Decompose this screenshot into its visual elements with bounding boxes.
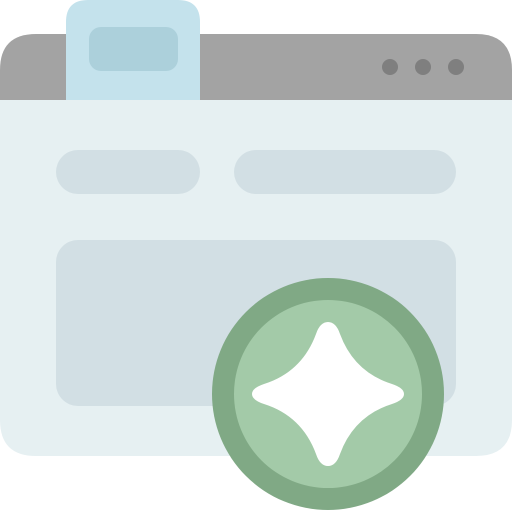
window-dot-2: [415, 59, 431, 75]
browser-tab-label: [89, 27, 178, 71]
browser-sparkle-illustration: [0, 0, 512, 510]
window-dot-1: [382, 59, 398, 75]
window-dot-3: [448, 59, 464, 75]
placeholder-bar-short: [56, 150, 200, 194]
placeholder-bar-long: [234, 150, 456, 194]
icon-stage: [0, 0, 512, 512]
